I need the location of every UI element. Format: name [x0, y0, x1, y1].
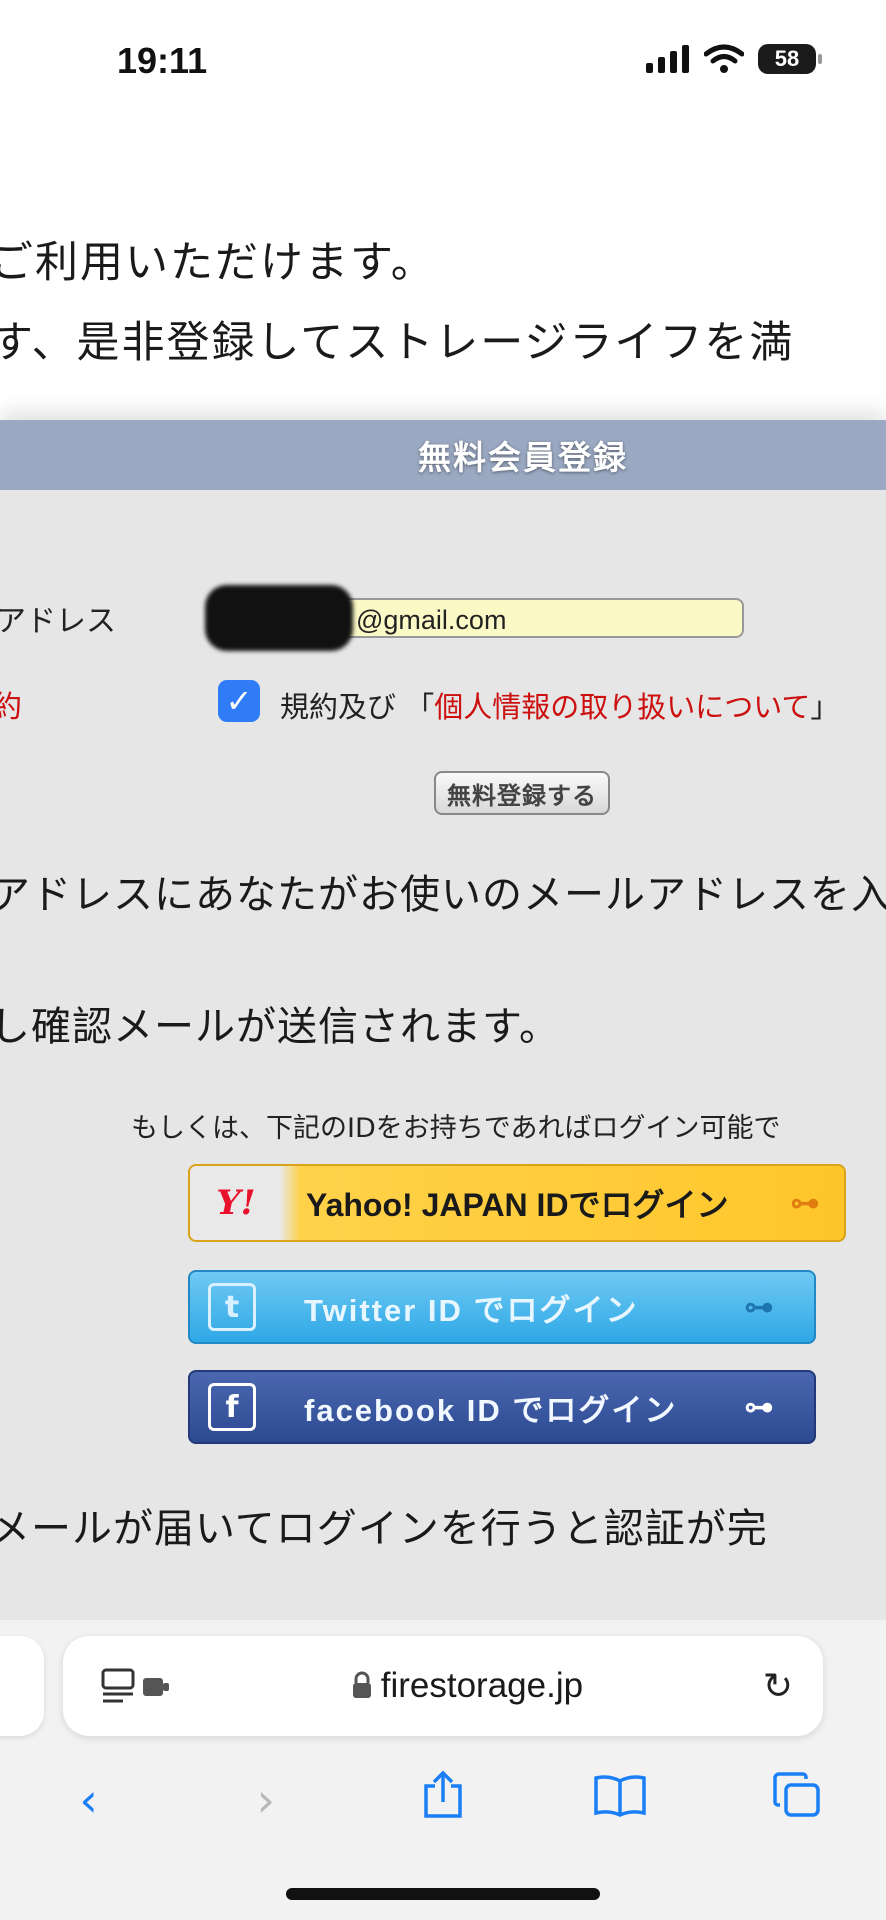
email-value: @gmail.com [356, 605, 507, 635]
intro-line-2: す、是非登録してストレージライフを満 [0, 318, 795, 368]
redaction-mark [205, 585, 353, 651]
facebook-login-button[interactable]: f facebook ID でログイン ⊶ [188, 1370, 816, 1444]
browser-toolbar: ‹ › [0, 1760, 886, 1840]
bookmarks-icon[interactable] [580, 1773, 660, 1828]
key-icon: ⊶ [744, 1389, 774, 1425]
twitter-login-button[interactable]: t Twitter ID でログイン ⊶ [188, 1270, 816, 1344]
back-icon[interactable]: ‹ [49, 1773, 129, 1827]
forward-icon[interactable]: › [226, 1773, 306, 1827]
signal-icon [646, 45, 689, 73]
email-label: アドレス [0, 604, 116, 639]
terms-prefix: 規約及び 「 [280, 690, 435, 724]
home-indicator [286, 1888, 600, 1900]
reload-icon[interactable]: ↻ [763, 1666, 793, 1707]
share-icon[interactable] [403, 1770, 483, 1831]
panel-header: 無料会員登録 [0, 420, 886, 490]
address-bar[interactable]: firestorage.jp ↻ [63, 1636, 823, 1736]
key-icon: ⊶ [790, 1185, 820, 1221]
page-menu-icon[interactable] [101, 1666, 171, 1706]
panel-title: 無料会員登録 [418, 438, 628, 477]
url-domain: firestorage.jp [171, 1666, 763, 1706]
url-text: firestorage.jp [380, 1666, 584, 1705]
facebook-login-label: facebook ID でログイン [304, 1392, 678, 1428]
login-note: もしくは、下記のIDをお持ちであればログイン可能で [131, 1113, 781, 1144]
tabs-icon[interactable] [757, 1771, 837, 1830]
key-icon: ⊶ [744, 1289, 774, 1325]
yahoo-login-label: Yahoo! JAPAN IDでログイン [306, 1187, 729, 1223]
lock-icon [352, 1671, 371, 1698]
instruction-line-1: アドレスにあなたがお使いのメールアドレスを入 [0, 872, 886, 918]
twitter-login-label: Twitter ID でログイン [304, 1292, 639, 1328]
terms-checkbox[interactable]: ✓ [218, 680, 260, 722]
twitter-icon: t [208, 1283, 256, 1331]
terms-suffix: 」 [810, 690, 840, 724]
terms-text: 規約及び 「個人情報の取り扱いについて」 [280, 684, 839, 726]
free-register-button[interactable]: 無料登録する [434, 771, 610, 815]
previous-tab-pill[interactable] [0, 1636, 44, 1736]
yahoo-logo-icon: Y! [216, 1183, 256, 1223]
instruction-line-3: メールが届いてログインを行うと認証が完 [0, 1506, 768, 1552]
checkmark-icon: ✓ [225, 682, 253, 720]
status-icons: 58 [646, 44, 822, 74]
privacy-link[interactable]: 個人情報の取り扱いについて [434, 690, 810, 724]
terms-label: 約 [0, 690, 22, 725]
yahoo-login-button[interactable]: Y! Yahoo! JAPAN IDでログイン ⊶ [188, 1164, 846, 1242]
instruction-line-2: し確認メールが送信されます。 [0, 1004, 560, 1050]
wifi-icon [704, 44, 744, 73]
facebook-icon: f [208, 1383, 256, 1431]
battery-indicator: 58 [758, 44, 822, 74]
intro-line-1: ご利用いただけます。 [0, 238, 436, 288]
status-time: 19:11 [117, 40, 208, 81]
